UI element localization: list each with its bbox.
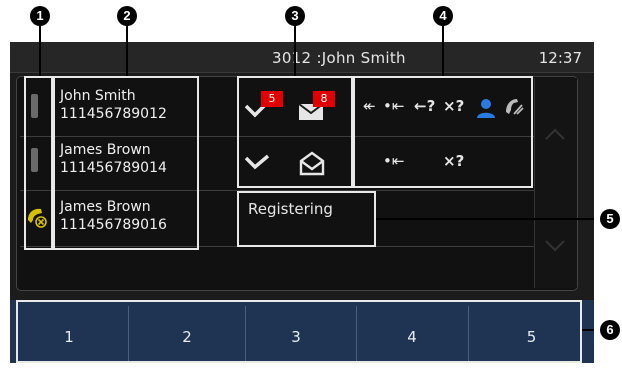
callout-box-2 — [53, 76, 199, 250]
callout-box-5 — [237, 191, 376, 247]
scroll-down-icon[interactable] — [544, 234, 566, 256]
callout-box-1 — [24, 76, 53, 250]
clock: 12:37 — [538, 49, 582, 67]
callout-marker-3: 3 — [285, 6, 305, 26]
extension-title: 3012 :John Smith — [272, 49, 406, 67]
callout-marker-2: 2 — [117, 6, 137, 26]
leader-line-4 — [442, 26, 444, 76]
leader-line-1 — [39, 26, 41, 76]
callout-marker-6: 6 — [600, 320, 620, 340]
callout-box-3 — [237, 76, 353, 188]
leader-line-6 — [582, 329, 594, 331]
callout-marker-4: 4 — [433, 6, 453, 26]
scroll-up-icon[interactable] — [544, 124, 566, 146]
leader-line-3 — [294, 26, 296, 76]
callout-box-4 — [353, 76, 533, 188]
callout-marker-1: 1 — [30, 6, 50, 26]
callout-marker-5: 5 — [600, 209, 620, 229]
scrollbar[interactable] — [534, 78, 577, 288]
title-bar: 3012 :John Smith 12:37 — [10, 42, 594, 73]
callout-box-6 — [16, 300, 582, 363]
leader-line-5 — [376, 218, 594, 220]
leader-line-2 — [126, 26, 128, 76]
